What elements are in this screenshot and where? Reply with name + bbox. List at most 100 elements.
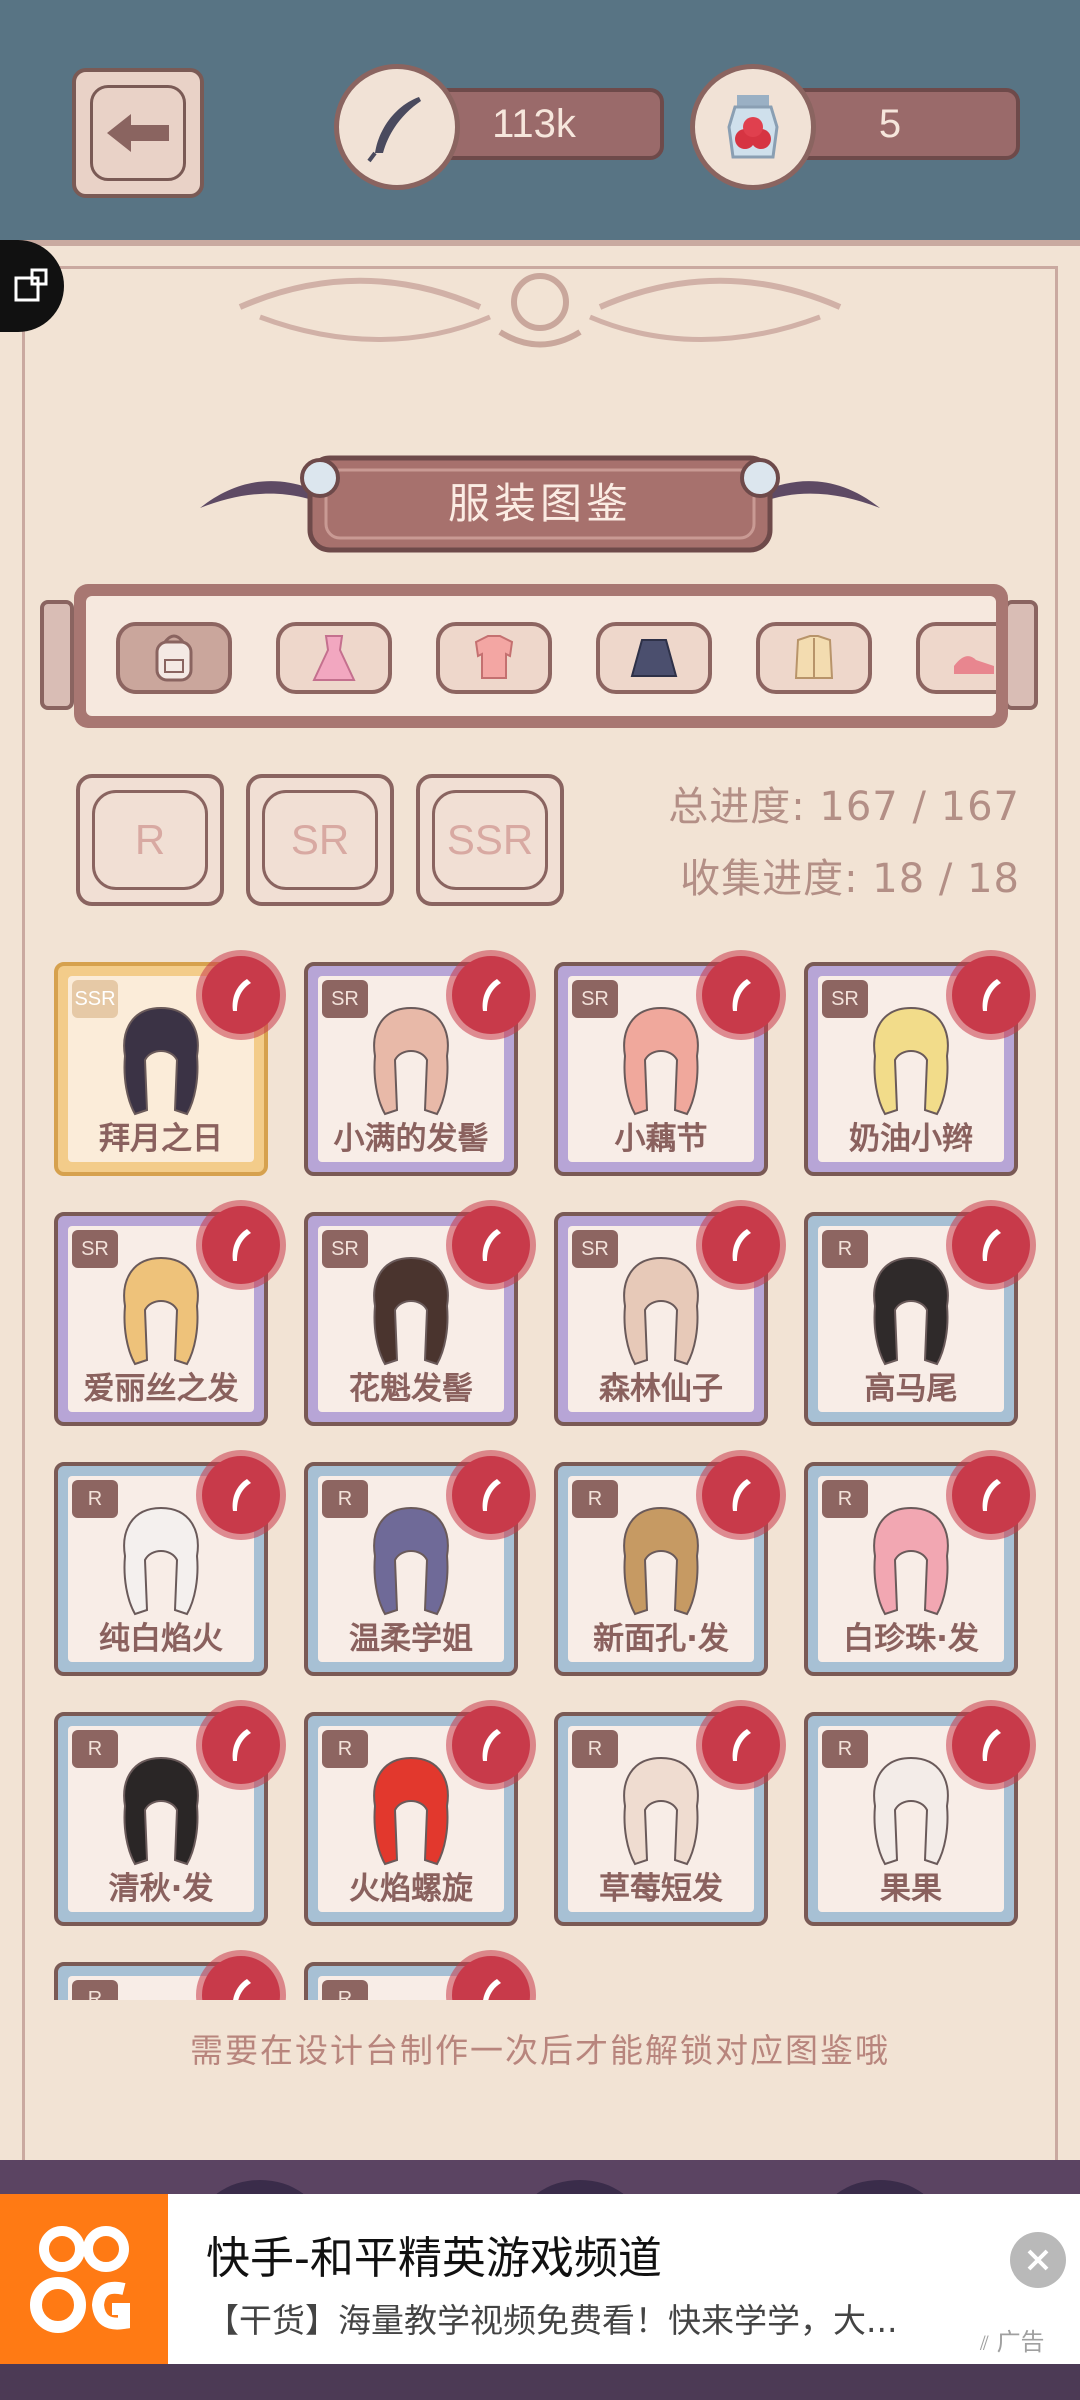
item-card[interactable]: R 清秋·发 (54, 1706, 280, 1926)
ad-mark-icon: ⫽ (980, 2331, 989, 2355)
item-card[interactable]: SSR 拜月之日 (54, 956, 280, 1176)
item-name: 火焰螺旋 (349, 1871, 473, 1907)
hair-icon (373, 1006, 449, 1116)
scroll-left-arrow[interactable] (40, 600, 74, 710)
ornament-decoration (238, 273, 842, 348)
item-card[interactable]: R 新面孔·发 (554, 1456, 780, 1676)
ad-title: 快手-和平精英游戏频道 (206, 2233, 662, 2284)
item-card[interactable]: R 果果 (804, 1706, 1030, 1926)
item-card[interactable]: R (304, 1956, 530, 2000)
arrow-left-icon (107, 114, 169, 152)
shoe-icon (954, 656, 994, 674)
ad-description: 【干货】海量教学视频免费看！快来学学，大... (206, 2301, 898, 2340)
category-tabs (74, 584, 1008, 728)
item-name: 清秋·发 (108, 1871, 214, 1907)
seal-icon (202, 1456, 280, 1534)
item-name: 爱丽丝之发 (83, 1371, 239, 1407)
item-name: 草莓短发 (599, 1871, 723, 1907)
ad-banner[interactable]: 快手-和平精英游戏频道 【干货】海量教学视频免费看！快来学学，大... ⫽ 广告 (0, 2194, 1080, 2364)
rarity-badge: R (822, 1730, 868, 1768)
filter-sr-button[interactable]: SR (246, 774, 394, 906)
item-name: 果果 (880, 1871, 942, 1907)
total-progress: 总进度: 167 / 167 (668, 784, 1020, 830)
rarity-badge: R (822, 1230, 868, 1268)
rarity-badge: R (72, 1480, 118, 1518)
hair-icon (873, 1506, 949, 1616)
seal-icon (952, 1206, 1030, 1284)
seal-icon (702, 1706, 780, 1784)
item-name: 奶油小辫 (849, 1121, 973, 1157)
hair-icon (123, 1756, 199, 1866)
rarity-badge: R (822, 1480, 868, 1518)
close-icon (1027, 2249, 1049, 2271)
filter-r-button[interactable]: R (76, 774, 224, 906)
seal-icon (202, 1956, 280, 2000)
item-name: 新面孔·发 (593, 1621, 729, 1657)
backpack-icon (155, 634, 193, 682)
quill-icon (334, 64, 460, 190)
seal-icon (702, 1456, 780, 1534)
item-name: 花魁发髻 (349, 1371, 473, 1407)
quill-currency: 113k (334, 64, 664, 190)
tab-skirt[interactable] (596, 622, 712, 694)
rarity-badge: R (322, 1480, 368, 1518)
skirt-icon (630, 639, 678, 677)
item-card[interactable]: SR 森林仙子 (554, 1206, 780, 1426)
dress-icon (312, 635, 356, 681)
item-card[interactable]: R 草莓短发 (554, 1706, 780, 1926)
ad-close-button[interactable] (1010, 2232, 1066, 2288)
item-name: 森林仙子 (599, 1371, 723, 1407)
rarity-badge: R (72, 1980, 118, 2000)
hair-icon (623, 1506, 699, 1616)
seal-icon (202, 1206, 280, 1284)
item-card[interactable]: R 温柔学姐 (304, 1456, 530, 1676)
hair-icon (873, 1256, 949, 1366)
tab-shoes[interactable] (916, 622, 996, 694)
rarity-badge: SR (572, 1230, 618, 1268)
item-name: 高马尾 (864, 1371, 958, 1407)
item-card[interactable]: R 纯白焰火 (54, 1456, 280, 1676)
kuaishou-logo (0, 2194, 168, 2364)
item-card[interactable]: R 高马尾 (804, 1206, 1030, 1426)
tab-dress[interactable] (276, 622, 392, 694)
puzzle-icon (14, 268, 48, 302)
back-button[interactable] (72, 68, 204, 198)
item-card[interactable]: SR 小满的发髻 (304, 956, 530, 1176)
item-card[interactable]: SR 花魁发髻 (304, 1206, 530, 1426)
ad-tag: ⫽ 广告 (980, 2328, 1045, 2356)
item-name: 白珍珠·发 (843, 1621, 979, 1657)
seal-icon (202, 956, 280, 1034)
item-card[interactable]: SR 小藕节 (554, 956, 780, 1176)
hair-icon (123, 1006, 199, 1116)
hair-icon (873, 1756, 949, 1866)
item-card[interactable]: R 火焰螺旋 (304, 1706, 530, 1926)
tab-coat[interactable] (756, 622, 872, 694)
seal-icon (452, 1956, 530, 2000)
item-card[interactable]: R (54, 1956, 280, 2000)
hair-icon (623, 1006, 699, 1116)
seal-icon (952, 956, 1030, 1034)
filter-ssr-button[interactable]: SSR (416, 774, 564, 906)
rarity-badge: SR (822, 980, 868, 1018)
rarity-badge: SR (572, 980, 618, 1018)
collection-progress: 收集进度: 18 / 18 (680, 856, 1020, 902)
page-title: 服装图鉴 (447, 478, 632, 528)
seal-icon (452, 1456, 530, 1534)
rarity-badge: SR (322, 980, 368, 1018)
item-card[interactable]: R 白珍珠·发 (804, 1456, 1030, 1676)
rarity-badge: SR (72, 1230, 118, 1268)
scroll-right-arrow[interactable] (1004, 600, 1038, 710)
item-name: 温柔学姐 (349, 1621, 473, 1657)
item-card[interactable]: SR 爱丽丝之发 (54, 1206, 280, 1426)
seal-icon (952, 1706, 1030, 1784)
berry-jar-icon (690, 64, 816, 190)
rarity-badge: R (322, 1980, 368, 2000)
tab-blouse[interactable] (436, 622, 552, 694)
seal-icon (452, 956, 530, 1034)
unlock-hint: 需要在设计台制作一次后才能解锁对应图鉴哦 (190, 2031, 890, 2070)
item-card[interactable]: SR 奶油小辫 (804, 956, 1030, 1176)
hair-icon (123, 1256, 199, 1366)
hair-icon (373, 1756, 449, 1866)
seal-icon (702, 1206, 780, 1284)
tab-backpack[interactable] (116, 622, 232, 694)
